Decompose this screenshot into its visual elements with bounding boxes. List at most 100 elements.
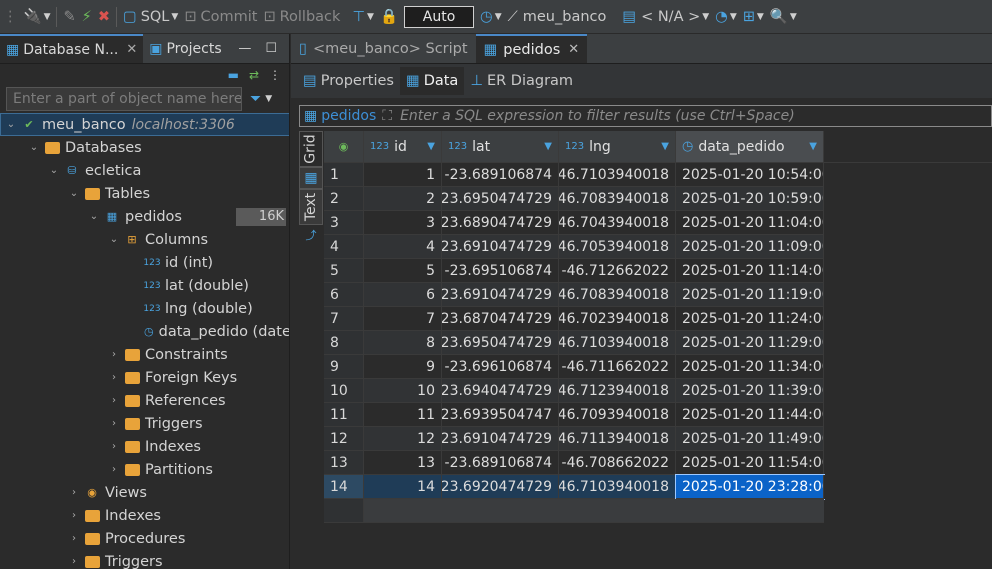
lng-cell[interactable]: -46.7103940018 (559, 475, 676, 499)
tree-item-databases[interactable]: ⌄ Databases (0, 136, 289, 159)
id-cell[interactable]: 14 (364, 475, 442, 499)
lat-cell[interactable]: -23.6870474729 (442, 307, 559, 331)
column-header-lat[interactable]: 123 lat ▼ (442, 131, 559, 163)
lng-cell[interactable]: -46.7083940018 (559, 187, 676, 211)
sql-editor-button[interactable]: ▢ SQL ▼ (120, 0, 181, 34)
data-pedido-cell[interactable]: 2025-01-20 10:54:00 (676, 163, 824, 187)
text-view-icon[interactable]: ⤴ (299, 225, 323, 245)
filter-icon[interactable]: ⏷ (250, 91, 261, 107)
id-cell[interactable]: 10 (364, 379, 442, 403)
navigator-icon[interactable]: ⊞ ▼ (740, 0, 767, 34)
schema-selector[interactable]: ▤ < N/A > ▼ (619, 0, 712, 34)
column-header-lng[interactable]: 123 lng ▼ (559, 131, 676, 163)
data-pedido-cell[interactable]: 2025-01-20 11:49:00 (676, 427, 824, 451)
id-cell[interactable]: 1 (364, 163, 442, 187)
subtab-er-diagram[interactable]: ⊥ ER Diagram (464, 67, 579, 95)
disconnect-all-icon[interactable]: ✖ (95, 0, 113, 34)
data-pedido-cell[interactable]: 2025-01-20 11:34:00 (676, 355, 824, 379)
commit-button[interactable]: ⊡ Commit (181, 0, 260, 34)
table-row[interactable]: 3 3 -23.6890474729 -46.7043940018 2025-01-20… (324, 211, 992, 235)
lat-cell[interactable]: -23.6950474729 (442, 187, 559, 211)
close-icon[interactable]: ✕ (126, 42, 137, 57)
data-pedido-cell[interactable]: 2025-01-20 11:14:00 (676, 259, 824, 283)
row-number-cell[interactable]: 9 (324, 355, 364, 379)
lng-cell[interactable]: -46.7103940018 (559, 331, 676, 355)
data-pedido-cell[interactable]: 2025-01-20 23:28:00 (675, 474, 825, 500)
table-row[interactable]: 5 5 -23.695106874 -46.712662022 2025-01-20 1… (324, 259, 992, 283)
tree-item-tables[interactable]: ⌄ Tables (0, 182, 289, 205)
sort-icon[interactable]: ▼ (809, 141, 817, 152)
rollback-button[interactable]: ⊡ Rollback (260, 0, 343, 34)
row-number-cell[interactable]: 1 (324, 163, 364, 187)
data-pedido-cell[interactable]: 2025-01-20 10:59:00 (676, 187, 824, 211)
data-pedido-cell[interactable]: 2025-01-20 11:29:00 (676, 331, 824, 355)
id-cell[interactable]: 6 (364, 283, 442, 307)
lat-cell[interactable]: -23.6950474729 (442, 331, 559, 355)
tree-item-references[interactable]: › References (0, 389, 289, 412)
chevron-right-icon[interactable]: › (108, 464, 120, 475)
chevron-right-icon[interactable]: › (68, 487, 80, 498)
tree-item-indexes[interactable]: › Indexes (0, 435, 289, 458)
sql-filter-bar[interactable]: ▦ pedidos ⛶ Enter a SQL expression to fi… (299, 105, 992, 127)
data-pedido-cell[interactable]: 2025-01-20 11:09:00 (676, 235, 824, 259)
view-menu-icon[interactable]: ⋮ (269, 68, 281, 82)
column-header-data-pedido[interactable]: ◷ data_pedido ▼ (676, 131, 824, 163)
chevron-right-icon[interactable]: › (108, 418, 120, 429)
lng-cell[interactable]: -46.7053940018 (559, 235, 676, 259)
tree-item-db-indexes[interactable]: › Indexes (0, 504, 289, 527)
id-cell[interactable]: 3 (364, 211, 442, 235)
id-cell[interactable]: 5 (364, 259, 442, 283)
subtab-properties[interactable]: ▤ Properties (297, 67, 400, 95)
row-number-cell[interactable]: 3 (324, 211, 364, 235)
select-all-header[interactable]: ◉ (324, 131, 364, 163)
chevron-down-icon[interactable]: ⌄ (68, 188, 80, 199)
chevron-right-icon[interactable]: › (108, 349, 120, 360)
filter-dropdown-icon[interactable]: ▼ (265, 94, 272, 104)
table-row[interactable]: 1 1 -23.689106874 -46.7103940018 2025-01-20 … (324, 163, 992, 187)
tree-item-table[interactable]: ⌄ ▦ pedidos 16K (0, 205, 289, 228)
id-cell[interactable]: 2 (364, 187, 442, 211)
tab-text[interactable]: Text (299, 189, 323, 225)
lat-cell[interactable]: -23.6910474729 (442, 235, 559, 259)
id-cell[interactable]: 12 (364, 427, 442, 451)
sort-icon[interactable]: ▼ (544, 141, 552, 152)
lng-cell[interactable]: -46.7103940018 (559, 163, 676, 187)
tree-item-columns[interactable]: ⌄ ⊞ Columns (0, 228, 289, 251)
tree-item-column[interactable]: 123 lat (double) (0, 274, 289, 297)
lng-cell[interactable]: -46.7023940018 (559, 307, 676, 331)
maximize-icon[interactable]: ☐ (265, 41, 277, 56)
data-pedido-cell[interactable]: 2025-01-20 11:04:00 (676, 211, 824, 235)
collapse-all-icon[interactable]: ▬ (228, 68, 239, 82)
history-icon[interactable]: ◷ ▼ (477, 0, 505, 34)
object-filter-input[interactable]: Enter a part of object name here (6, 87, 242, 111)
transaction-log-icon[interactable]: ⊤ ▼ (349, 0, 377, 34)
tree-item-column[interactable]: 123 id (int) (0, 251, 289, 274)
disconnect-icon[interactable]: ✎ (60, 0, 78, 34)
data-pedido-cell[interactable]: 2025-01-20 11:39:00 (676, 379, 824, 403)
column-header-id[interactable]: 123 id ▼ (364, 131, 442, 163)
row-number-cell[interactable]: 2 (324, 187, 364, 211)
row-number-cell[interactable]: 10 (324, 379, 364, 403)
lng-cell[interactable]: -46.7093940018 (559, 403, 676, 427)
tree-item-triggers[interactable]: › Triggers (0, 412, 289, 435)
table-row[interactable]: 8 8 -23.6950474729 -46.7103940018 2025-01-20… (324, 331, 992, 355)
lat-cell[interactable]: -23.695106874 (442, 259, 559, 283)
chevron-right-icon[interactable]: › (108, 441, 120, 452)
chevron-down-icon[interactable]: ⌄ (28, 142, 40, 153)
table-row[interactable]: 14 14 -23.6920474729 -46.7103940018 2025-01-… (324, 474, 992, 500)
close-icon[interactable]: ✕ (568, 42, 579, 57)
lock-icon[interactable]: 🔒 (377, 0, 401, 34)
chevron-right-icon[interactable]: › (68, 556, 80, 567)
lng-cell[interactable]: -46.7113940018 (559, 427, 676, 451)
row-number-cell[interactable]: 7 (324, 307, 364, 331)
id-cell[interactable]: 13 (364, 451, 442, 475)
tree-item-constraints[interactable]: › Constraints (0, 343, 289, 366)
row-number-cell[interactable]: 14 (324, 475, 364, 499)
lat-cell[interactable]: -23.696106874 (442, 355, 559, 379)
datasource-selector[interactable]: ⟋ meu_banco (505, 0, 610, 34)
tab-projects[interactable]: ▣ Projects (143, 34, 227, 63)
tab-grid[interactable]: Grid (299, 131, 323, 167)
data-pedido-cell[interactable]: 2025-01-20 11:54:00 (676, 451, 824, 475)
lat-cell[interactable]: -23.6940474729 (442, 379, 559, 403)
id-cell[interactable]: 7 (364, 307, 442, 331)
